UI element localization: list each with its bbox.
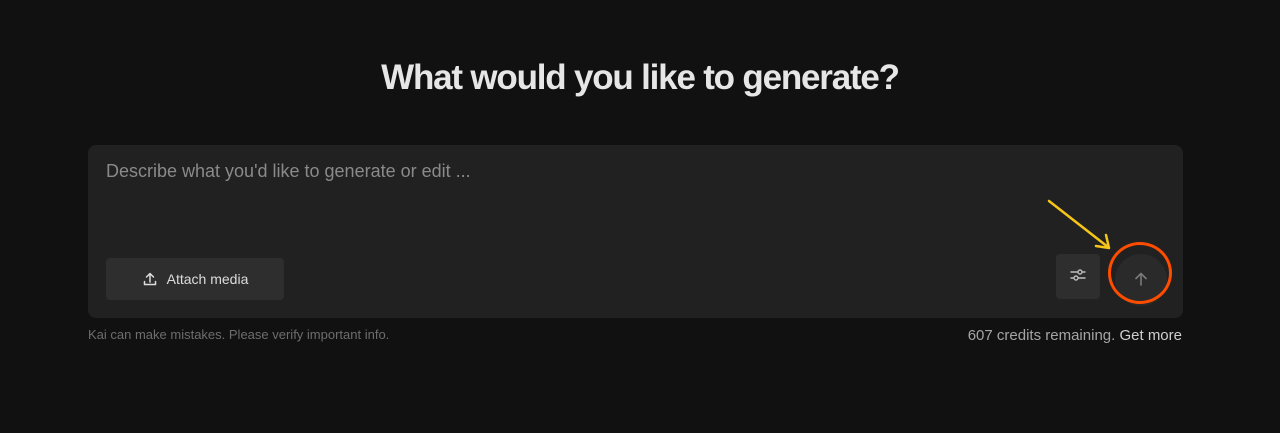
attach-media-label: Attach media: [166, 271, 249, 287]
credits-status: 607 credits remaining. Get more: [968, 327, 1182, 344]
prompt-input[interactable]: [106, 161, 1166, 241]
sliders-icon: [1069, 266, 1087, 287]
disclaimer-text: Kai can make mistakes. Please verify imp…: [88, 327, 390, 342]
arrow-up-icon: [1132, 270, 1150, 291]
prompt-composer: Attach media: [88, 145, 1183, 318]
credits-remaining: 607 credits remaining.: [967, 327, 1116, 344]
page: What would you like to generate? Attach …: [0, 0, 1280, 433]
get-more-link[interactable]: Get more: [1119, 327, 1182, 344]
page-title: What would you like to generate?: [381, 58, 900, 97]
upload-icon: [142, 271, 158, 287]
settings-button[interactable]: [1056, 254, 1100, 299]
send-button[interactable]: [1115, 254, 1167, 306]
attach-media-button[interactable]: Attach media: [106, 258, 284, 300]
